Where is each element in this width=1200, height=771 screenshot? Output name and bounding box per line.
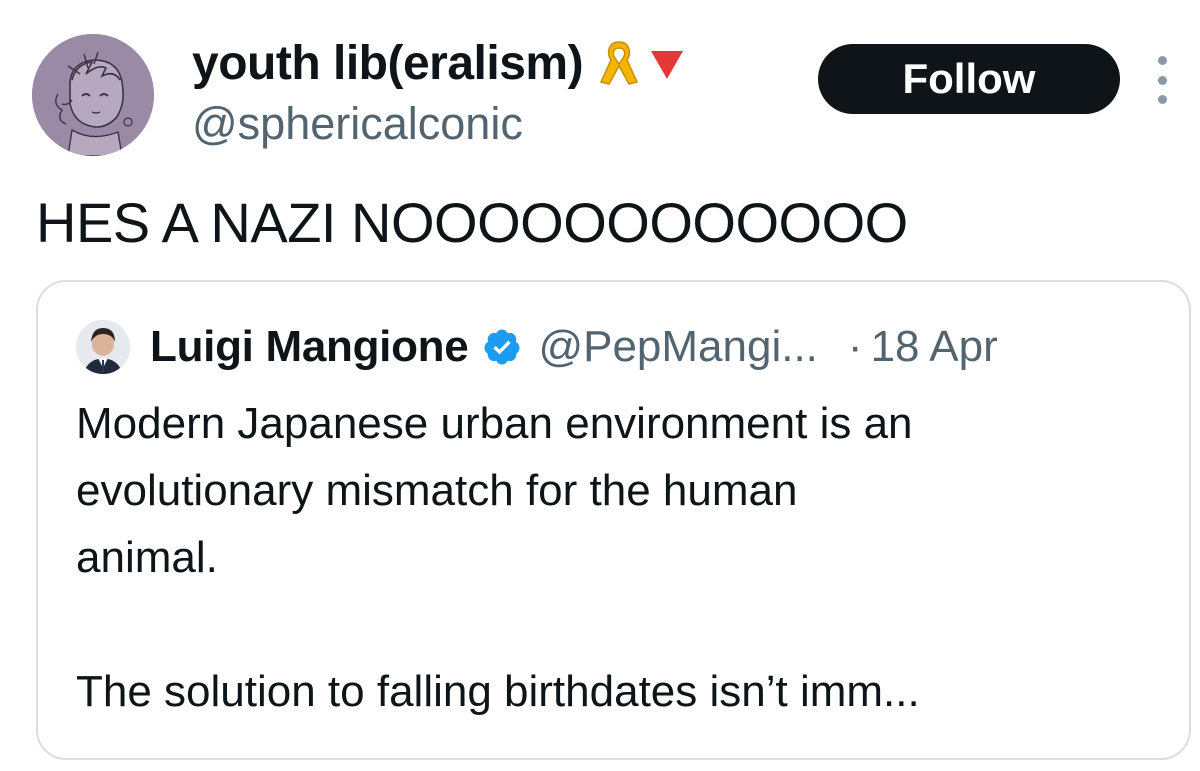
author-handle[interactable]: @sphericalconic: [192, 98, 523, 150]
author-avatar[interactable]: [32, 34, 154, 156]
quoted-handle[interactable]: @PepMangi...: [538, 322, 817, 372]
more-vertical-icon[interactable]: [1150, 56, 1174, 104]
quoted-author-avatar[interactable]: [76, 320, 130, 374]
more-dot: [1157, 56, 1167, 65]
quoted-display-name[interactable]: Luigi Mangione: [150, 322, 469, 372]
quoted-timestamp[interactable]: 18 Apr: [871, 322, 998, 372]
quoted-tweet-text: Modern Japanese urban environment is an …: [76, 399, 920, 716]
author-name-row: youth lib(eralism): [192, 34, 687, 92]
quoted-tweet-card[interactable]: Luigi Mangione @PepMangi... · 18 Apr Mod…: [36, 280, 1191, 760]
header-separator: ·: [847, 322, 863, 371]
name-emojis: [595, 38, 687, 88]
quoted-avatar-image: [76, 320, 130, 374]
follow-button[interactable]: Follow: [818, 44, 1120, 114]
author-display-name[interactable]: youth lib(eralism): [192, 36, 584, 91]
tweet-text: HES A NAZI NOOOOOOOOOOOO: [36, 191, 908, 254]
avatar-image: [32, 34, 154, 156]
yellow-ribbon-icon: [600, 41, 639, 85]
more-dot: [1157, 95, 1167, 104]
quoted-tweet-header: Luigi Mangione @PepMangi... · 18 Apr: [76, 320, 998, 374]
red-down-triangle-icon: [651, 51, 684, 79]
tweet: youth lib(eralism) @sphericalconic Follo…: [0, 0, 1200, 771]
verified-badge-icon: [484, 329, 520, 365]
more-dot: [1157, 75, 1167, 85]
